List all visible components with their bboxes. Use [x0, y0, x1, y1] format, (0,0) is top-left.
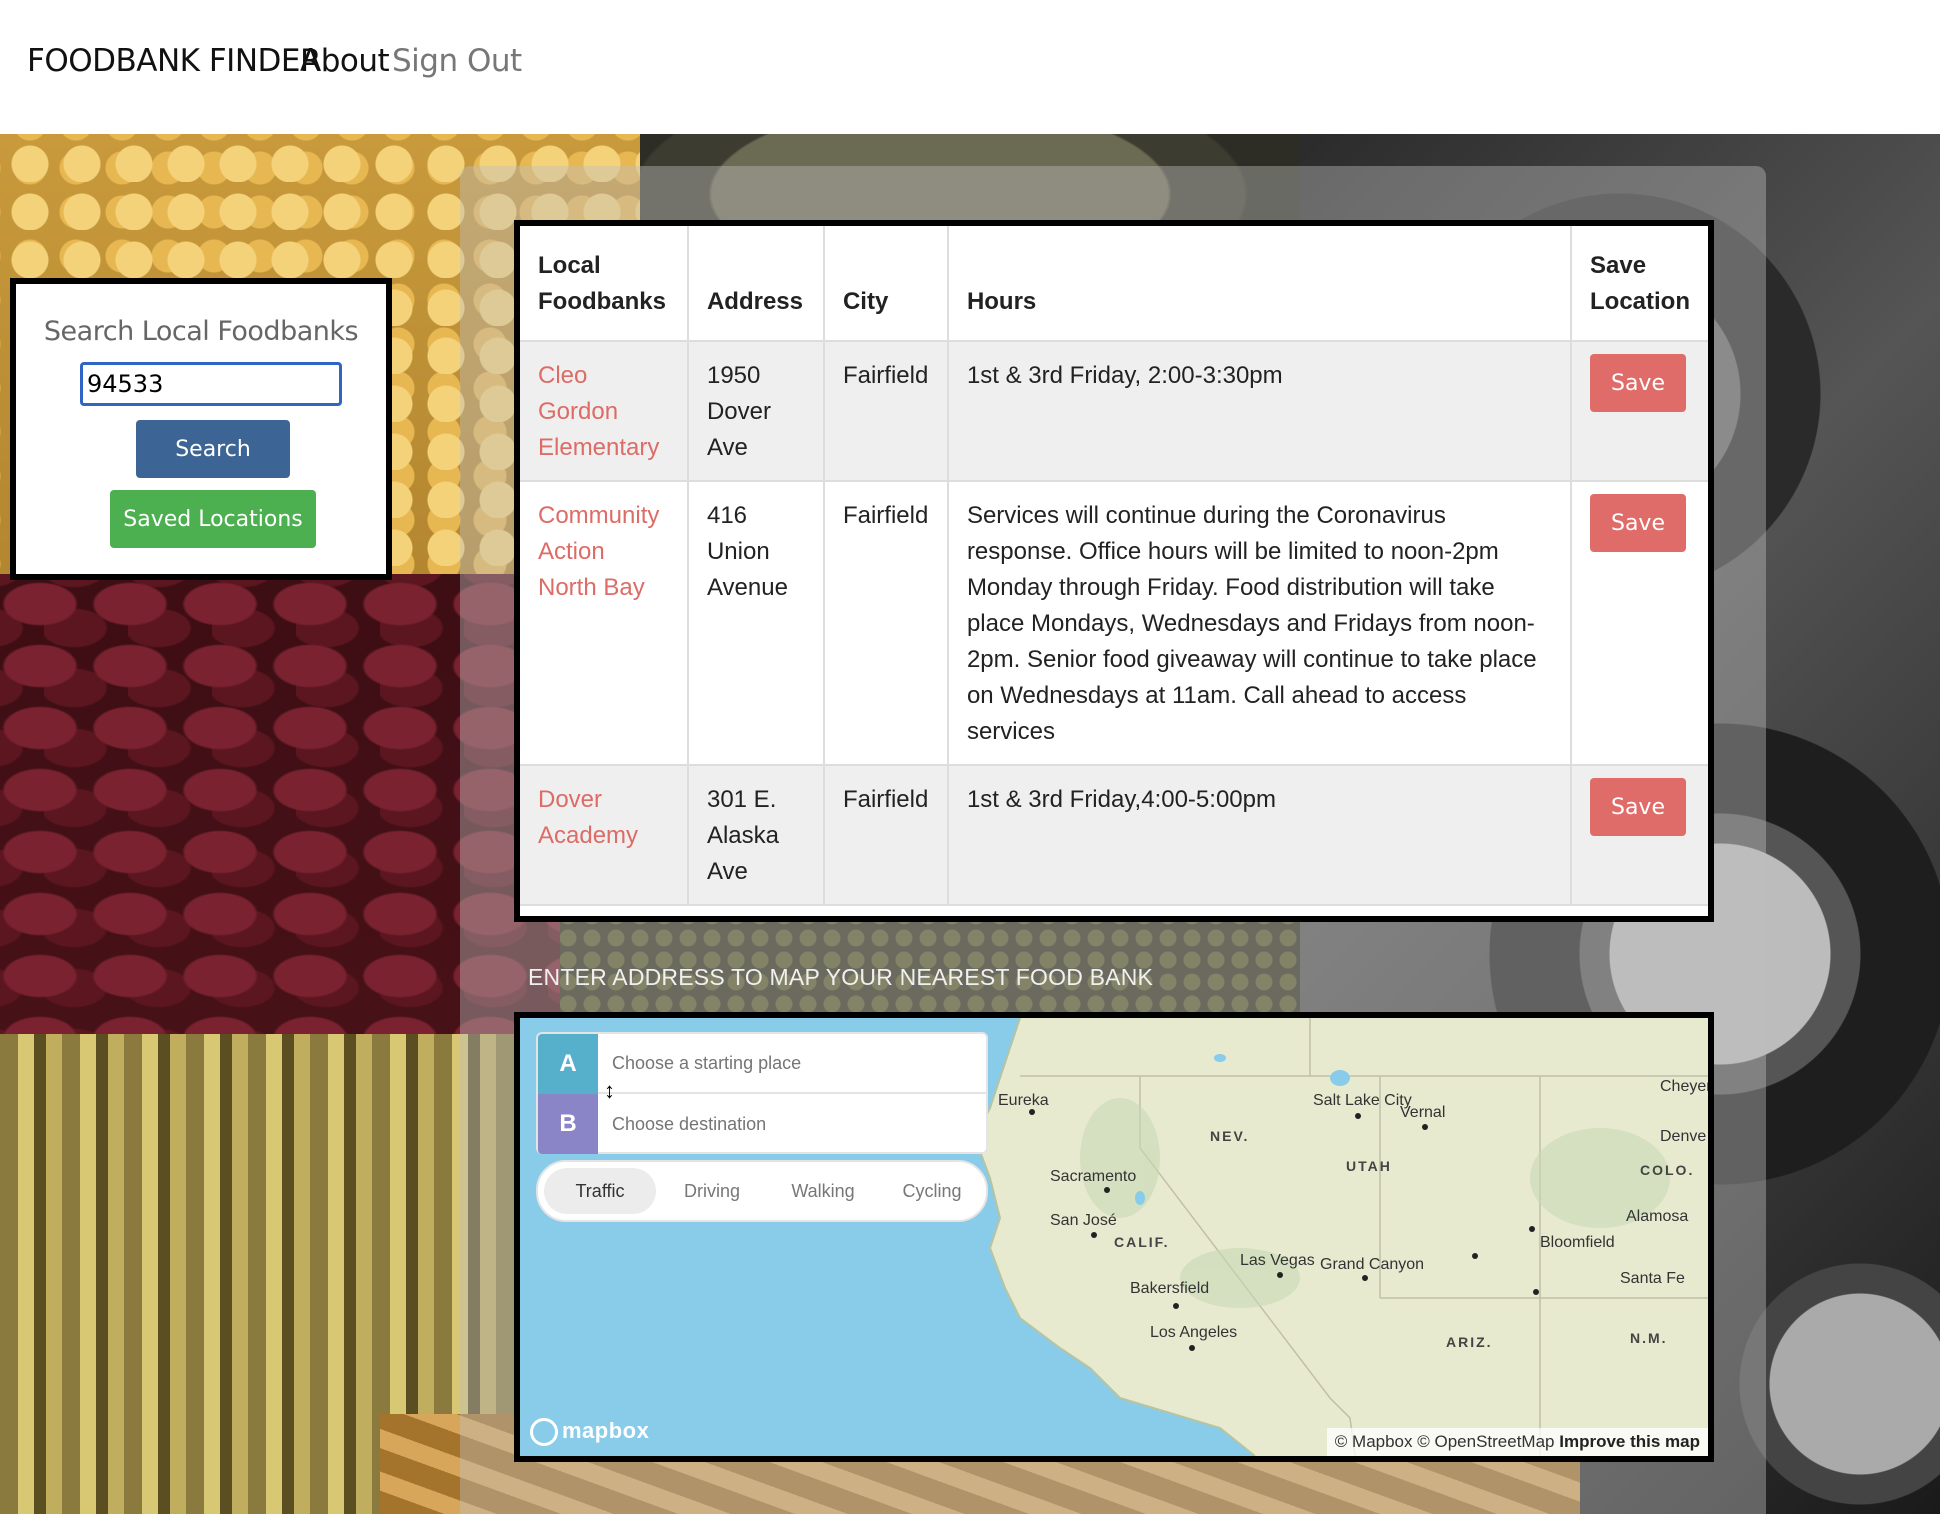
table-row: Cleo Gordon Elementary 1950 Dover Ave Fa… — [520, 341, 1708, 482]
navbar: FOODBANK FINDER About Sign Out — [0, 0, 1940, 134]
map-label: Sacramento — [1050, 1168, 1137, 1185]
save-location-button[interactable]: Save — [1590, 354, 1686, 412]
travel-mode-selector: Traffic Driving Walking Cycling — [536, 1160, 988, 1222]
table-row: Dover Academy 301 E. Alaska Ave Fairfiel… — [520, 765, 1708, 906]
table-header-row: Local Foodbanks Address City Hours Save … — [520, 226, 1708, 342]
zip-search-input[interactable] — [80, 362, 342, 406]
map-label: N.M. — [1630, 1330, 1668, 1346]
mapbox-logo-text: mapbox — [562, 1418, 650, 1443]
map-label: COLO. — [1640, 1162, 1695, 1178]
map-label: NEV. — [1210, 1128, 1250, 1144]
map-label: Bakersfield — [1130, 1280, 1210, 1297]
map-label: UTAH — [1346, 1158, 1392, 1174]
map-attribution: © Mapbox © OpenStreetMap Improve this ma… — [1326, 1428, 1708, 1456]
col-header-address: Address — [687, 226, 825, 342]
map-label: Salt Lake City — [1313, 1092, 1412, 1109]
map-label: Las Vegas — [1240, 1252, 1315, 1269]
foodbank-name-link[interactable]: Community Action North Bay — [538, 502, 659, 601]
foodbank-name-link[interactable]: Cleo Gordon Elementary — [538, 362, 659, 461]
map-label: Alamosa — [1626, 1208, 1689, 1225]
mapbox-logo[interactable]: mapbox — [530, 1418, 650, 1447]
map-label: CALIF. — [1114, 1234, 1170, 1250]
map-heading: ENTER ADDRESS TO MAP YOUR NEAREST FOOD B… — [528, 964, 1154, 990]
attribution-text[interactable]: © Mapbox © OpenStreetMap — [1335, 1432, 1555, 1451]
search-button[interactable]: Search — [136, 420, 290, 478]
foodbank-city: Fairfield — [823, 341, 949, 482]
foodbank-address: 1950 Dover Ave — [687, 341, 825, 482]
brand-logo[interactable]: FOODBANK FINDER — [27, 43, 322, 79]
foodbank-address: 416 Union Avenue — [687, 481, 825, 766]
improve-map-link[interactable]: Improve this map — [1559, 1432, 1700, 1451]
directions-panel: A B ↕ — [536, 1032, 988, 1154]
map-label: Los Angeles — [1150, 1324, 1238, 1341]
swap-direction-icon[interactable]: ↕ — [604, 1080, 615, 1102]
foodbank-hours: 1st & 3rd Friday,4:00-5:00pm — [947, 765, 1573, 906]
mode-traffic[interactable]: Traffic — [544, 1168, 656, 1214]
nav-about-link[interactable]: About — [300, 43, 390, 79]
mode-cycling[interactable]: Cycling — [878, 1168, 986, 1214]
map-label: ARIZ. — [1446, 1334, 1493, 1350]
foodbank-hours: 1st & 3rd Friday, 2:00-3:30pm — [947, 341, 1573, 482]
foodbank-hours: Services will continue during the Corona… — [947, 481, 1573, 766]
foodbank-city: Fairfield — [823, 481, 949, 766]
mapbox-logo-icon — [530, 1418, 558, 1447]
foodbank-table: Local Foodbanks Address City Hours Save … — [514, 220, 1714, 922]
saved-locations-button[interactable]: Saved Locations — [110, 490, 316, 548]
nav-sign-out-link[interactable]: Sign Out — [392, 43, 522, 79]
destination-input[interactable] — [598, 1094, 986, 1154]
mode-driving[interactable]: Driving — [656, 1168, 768, 1214]
map[interactable]: Eureka Salt Lake City Vernal Cheyer NEV.… — [514, 1012, 1714, 1462]
save-location-button[interactable]: Save — [1590, 778, 1686, 836]
foodbank-name-link[interactable]: Dover Academy — [538, 786, 638, 849]
col-header-city: City — [823, 226, 949, 342]
search-title: Search Local Foodbanks — [43, 316, 359, 347]
map-label: Grand Canyon — [1320, 1256, 1425, 1273]
destination-marker-label: B — [538, 1094, 598, 1154]
map-label: Eureka — [998, 1092, 1049, 1109]
starting-place-input[interactable] — [598, 1034, 986, 1094]
map-label: Santa Fe — [1620, 1270, 1685, 1287]
save-location-button[interactable]: Save — [1590, 494, 1686, 552]
map-label: Cheyer — [1660, 1078, 1712, 1095]
mode-walking[interactable]: Walking — [768, 1168, 878, 1214]
col-header-hours: Hours — [947, 226, 1573, 342]
map-label: Bloomfield — [1540, 1234, 1615, 1251]
table-row: Community Action North Bay 416 Union Ave… — [520, 481, 1708, 766]
col-header-foodbanks: Local Foodbanks — [520, 226, 689, 342]
col-header-save-location: Save Location — [1571, 226, 1708, 342]
map-label: Vernal — [1400, 1104, 1446, 1121]
foodbank-address: 301 E. Alaska Ave — [687, 765, 825, 906]
search-panel: Search Local Foodbanks Search Saved Loca… — [10, 278, 392, 580]
foodbank-city: Fairfield — [823, 765, 949, 906]
origin-marker-label: A — [538, 1034, 598, 1094]
map-label: San José — [1050, 1212, 1117, 1229]
map-label: Denve — [1660, 1128, 1707, 1145]
